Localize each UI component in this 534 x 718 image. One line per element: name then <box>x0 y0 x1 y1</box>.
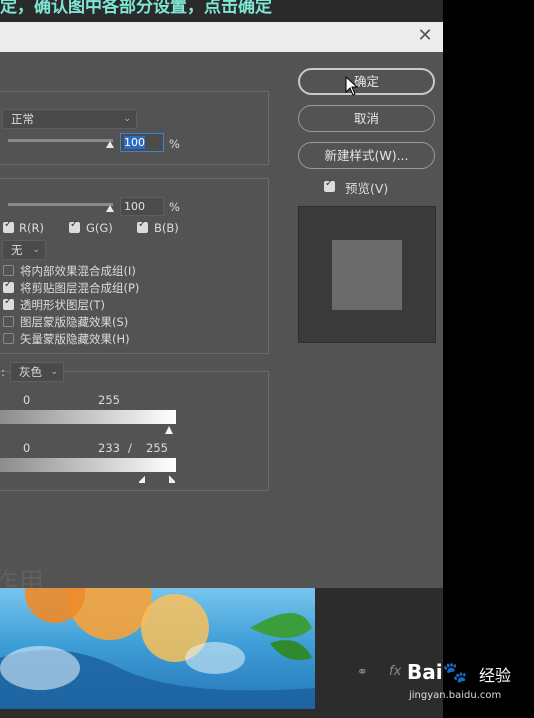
fx-icon[interactable]: fx <box>389 664 401 679</box>
channel-b-checkbox[interactable] <box>137 219 148 233</box>
caption-text: 定，确认图中各部分设置，点击确定 <box>0 0 272 17</box>
blend-if-channel-value: 灰色 <box>19 365 42 379</box>
style-preview-thumbnail <box>298 206 436 343</box>
option-checkbox-transparency-shapes[interactable] <box>3 296 14 310</box>
link-icon[interactable]: ⚭ <box>357 665 368 680</box>
underlying-separator: / <box>128 441 132 455</box>
channel-r-checkbox[interactable] <box>3 219 14 233</box>
cancel-button[interactable]: 取消 <box>298 105 435 132</box>
new-style-button-label: 新建样式(W)... <box>324 148 409 163</box>
underlying-gradient-bar[interactable] <box>0 458 176 472</box>
layer-style-dialog: ✕ 正常 ⌄ 100 % 100 % R(R) G(G) B(B) 无 ⌄ 将内… <box>0 22 443 598</box>
knockout-select[interactable]: 无 ⌄ <box>2 240 46 260</box>
fill-opacity-slider-track[interactable] <box>8 203 113 206</box>
baidu-brand: Bai🐾 <box>407 660 468 684</box>
channel-r-label: R(R) <box>19 221 44 235</box>
video-caption: 定，确认图中各部分设置，点击确定 <box>0 0 443 22</box>
ok-button[interactable]: 确定 <box>298 68 435 95</box>
chevron-down-icon: ⌄ <box>50 367 58 377</box>
channel-b-label: B(B) <box>154 221 179 235</box>
close-icon[interactable]: ✕ <box>415 26 435 46</box>
image-artwork <box>0 588 315 709</box>
blend-if-panel <box>0 371 269 491</box>
opacity-unit: % <box>169 137 180 151</box>
mouse-cursor-icon <box>345 76 359 96</box>
channel-g-label: G(G) <box>86 221 113 235</box>
this-layer-low-value: 0 <box>23 393 31 407</box>
underlying-high-b-value: 255 <box>146 441 168 455</box>
option-checkbox-blend-clipped[interactable] <box>3 279 14 293</box>
channel-g-checkbox[interactable] <box>69 219 80 233</box>
baidu-brand-text: Bai <box>407 660 443 684</box>
option-label-vector-mask-hides: 矢量蒙版隐藏效果(H) <box>20 332 130 346</box>
this-layer-white-handle[interactable] <box>165 426 173 434</box>
preview-label: 预览(V) <box>345 181 389 196</box>
opacity-input[interactable]: 100 <box>120 133 164 152</box>
blend-if-prefix: : <box>1 365 5 379</box>
blend-if-channel-select[interactable]: 灰色 ⌄ <box>10 362 64 382</box>
underlying-high-a-value: 233 <box>98 441 120 455</box>
option-checkbox-layer-mask-hides[interactable] <box>3 316 14 327</box>
this-layer-high-value: 255 <box>98 393 120 407</box>
baidu-brand2: 经验 <box>479 666 512 685</box>
paw-icon: 🐾 <box>442 660 468 684</box>
chevron-down-icon: ⌄ <box>123 114 131 124</box>
new-style-button[interactable]: 新建样式(W)... <box>298 142 435 169</box>
option-checkbox-vector-mask-hides[interactable] <box>3 333 14 344</box>
baidu-watermark: Bai🐾 经验 jingyan.baidu.com <box>407 660 534 718</box>
document-image <box>0 588 315 709</box>
blend-mode-value: 正常 <box>11 112 34 126</box>
fill-opacity-slider-handle[interactable] <box>106 205 114 212</box>
fill-opacity-value: 100 <box>124 200 145 213</box>
opacity-slider-handle[interactable] <box>106 141 114 148</box>
opacity-slider-track[interactable] <box>8 139 113 142</box>
knockout-value: 无 <box>11 243 23 257</box>
cancel-button-label: 取消 <box>353 111 379 126</box>
underlying-split-handle-left[interactable] <box>139 474 145 483</box>
dialog-titlebar: ✕ <box>0 22 443 52</box>
fill-opacity-unit: % <box>169 200 180 214</box>
opacity-value: 100 <box>124 136 145 149</box>
underlying-split-handle-right[interactable] <box>169 474 175 483</box>
blend-mode-select[interactable]: 正常 ⌄ <box>2 109 137 129</box>
chevron-down-icon: ⌄ <box>32 245 40 255</box>
option-checkbox-blend-interior[interactable] <box>3 265 14 276</box>
baidu-url: jingyan.baidu.com <box>409 690 502 701</box>
underlying-low-value: 0 <box>23 441 31 455</box>
preview-swatch <box>332 240 402 310</box>
option-label-transparency-shapes: 透明形状图层(T) <box>20 298 105 312</box>
preview-checkbox[interactable] <box>324 178 335 192</box>
option-label-blend-clipped: 将剪贴图层混合成组(P) <box>20 281 140 295</box>
option-label-blend-interior: 将内部效果混合成组(I) <box>20 264 136 278</box>
option-label-layer-mask-hides: 图层蒙版隐藏效果(S) <box>20 315 129 329</box>
this-layer-gradient-bar[interactable] <box>0 410 176 424</box>
fill-opacity-input[interactable]: 100 <box>120 197 164 216</box>
